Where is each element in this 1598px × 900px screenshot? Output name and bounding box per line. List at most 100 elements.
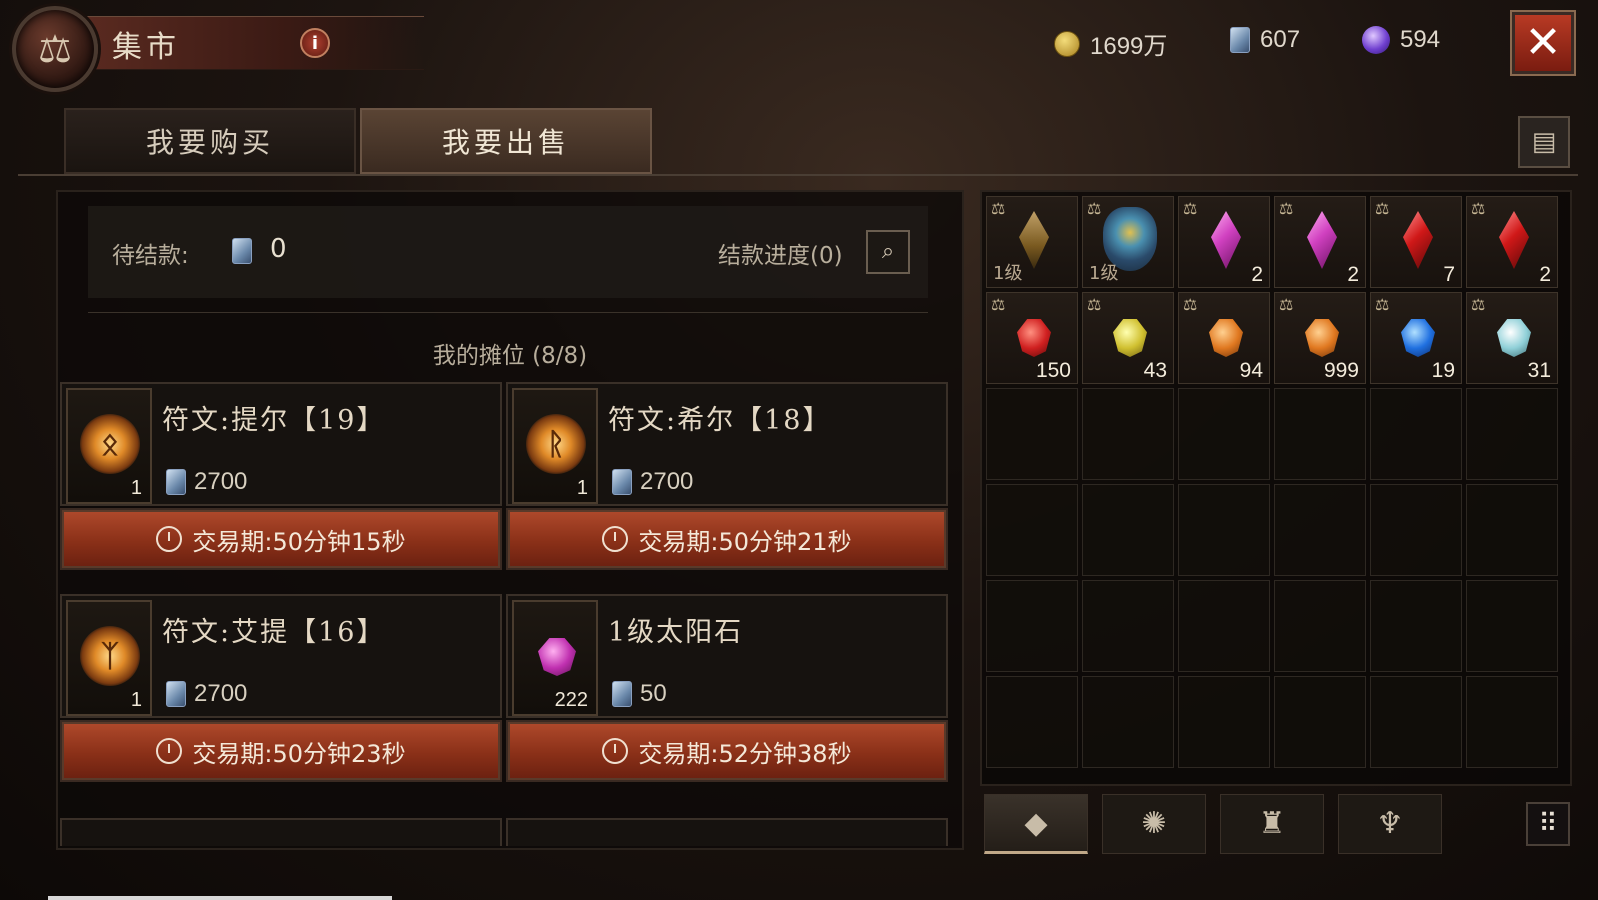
inventory-slot-empty[interactable] bbox=[1274, 484, 1366, 576]
listing-card[interactable]: ᛟ 1 符文:提尔【19】 2700 交易期:50分钟15秒 bbox=[60, 382, 502, 580]
purple-orb-icon bbox=[1362, 26, 1390, 54]
inventory-slot-empty[interactable] bbox=[986, 388, 1078, 480]
scroll-currency: 607 bbox=[1230, 26, 1300, 54]
inventory-slot-empty[interactable] bbox=[1370, 388, 1462, 480]
listing-info: ᛟ 1 符文:提尔【19】 2700 bbox=[60, 382, 502, 506]
inventory-slot[interactable]: ⚖ 7 bbox=[1370, 196, 1462, 288]
inventory-slot[interactable]: ⚖ 2 bbox=[1178, 196, 1270, 288]
bag-tab-icon[interactable]: ♜ bbox=[1220, 794, 1324, 854]
inventory-slot-empty[interactable] bbox=[986, 676, 1078, 768]
trade-period-button[interactable]: 交易期:52分钟38秒 bbox=[506, 720, 948, 782]
inventory-slot[interactable]: ⚖ 1级 bbox=[986, 196, 1078, 288]
close-button[interactable]: ✕ bbox=[1512, 12, 1574, 74]
inventory-slot-empty[interactable] bbox=[1178, 388, 1270, 480]
inventory-slot[interactable]: ⚖ 999 bbox=[1274, 292, 1366, 384]
item-quantity: 94 bbox=[1239, 359, 1263, 382]
tab-sell[interactable]: 我要出售 bbox=[360, 108, 652, 174]
inventory-slot[interactable]: ⚖ 2 bbox=[1274, 196, 1366, 288]
inventory-slot-empty[interactable] bbox=[1466, 580, 1558, 672]
inventory-slot-empty[interactable] bbox=[1370, 484, 1462, 576]
item-level: 1级 bbox=[993, 263, 1023, 284]
listing-card-partial[interactable] bbox=[506, 818, 948, 846]
amber-icon bbox=[1209, 319, 1243, 357]
inventory-slot[interactable]: ⚖ 43 bbox=[1082, 292, 1174, 384]
grid-view-icon[interactable]: ⠿ bbox=[1526, 802, 1570, 846]
sapphire-icon bbox=[1401, 319, 1435, 357]
trade-period-button[interactable]: 交易期:50分钟23秒 bbox=[60, 720, 502, 782]
listing-info: ᛉ 1 符文:艾提【16】 2700 bbox=[60, 594, 502, 718]
tab-buy[interactable]: 我要购买 bbox=[64, 108, 356, 174]
sunstone-icon bbox=[538, 638, 576, 676]
gold-coin-icon bbox=[1054, 30, 1080, 57]
inventory-slot-empty[interactable] bbox=[1274, 676, 1366, 768]
page-title: 集市 bbox=[112, 30, 180, 65]
clock-icon bbox=[156, 526, 183, 552]
inventory-slot[interactable]: ⚖ 94 bbox=[1178, 292, 1270, 384]
inventory-slot[interactable]: ⚖ 31 bbox=[1466, 292, 1558, 384]
tab-divider bbox=[18, 174, 1578, 176]
item-quantity: 2 bbox=[1539, 263, 1551, 286]
settlement-progress-button[interactable]: ⌕ bbox=[866, 230, 910, 274]
listing-card-partial[interactable] bbox=[60, 818, 502, 846]
trade-period-button[interactable]: 交易期:50分钟15秒 bbox=[60, 508, 502, 570]
inventory-slot[interactable]: ⚖ 1级 bbox=[1082, 196, 1174, 288]
inventory-grid: ⚖ 1级 ⚖ 1级 ⚖ 2 ⚖ 2 ⚖ 7 ⚖ 2 ⚖ 150 ⚖ 43 ⚖ 9… bbox=[980, 190, 1572, 786]
scroll-amount: 607 bbox=[1260, 26, 1301, 53]
inventory-slot-empty[interactable] bbox=[1370, 676, 1462, 768]
inventory-slot-empty[interactable] bbox=[986, 484, 1078, 576]
item-slot: ᚱ 1 bbox=[512, 388, 598, 504]
inventory-slot-empty[interactable] bbox=[1178, 484, 1270, 576]
inventory-slot-empty[interactable] bbox=[1082, 580, 1174, 672]
inventory-slot-empty[interactable] bbox=[986, 580, 1078, 672]
scroll-currency-icon bbox=[612, 681, 632, 707]
scroll-currency-icon bbox=[232, 238, 252, 264]
inventory-slot-empty[interactable] bbox=[1466, 388, 1558, 480]
inventory-slot-empty[interactable] bbox=[1178, 676, 1270, 768]
item-slot: ᛟ 1 bbox=[66, 388, 152, 504]
inventory-slot-empty[interactable] bbox=[1082, 676, 1174, 768]
magenta-gem-icon bbox=[1307, 211, 1337, 269]
inventory-slot[interactable]: ⚖ 150 bbox=[986, 292, 1078, 384]
item-price: 2700 bbox=[166, 468, 247, 496]
rune-tir-icon: ᛟ bbox=[80, 414, 140, 474]
inventory-slot-empty[interactable] bbox=[1178, 580, 1270, 672]
magenta-gem-icon bbox=[1211, 211, 1241, 269]
trade-record-button[interactable]: ▤ bbox=[1518, 116, 1570, 168]
scroll-currency-icon bbox=[166, 681, 186, 707]
inventory-slot[interactable]: ⚖ 2 bbox=[1466, 196, 1558, 288]
item-name: 1级太阳石 bbox=[608, 617, 744, 648]
inventory-slot-empty[interactable] bbox=[1466, 676, 1558, 768]
item-name: 符文:希尔【18】 bbox=[608, 405, 832, 436]
red-gem-icon bbox=[1403, 211, 1433, 269]
item-quantity: 2 bbox=[1251, 263, 1263, 286]
inventory-slot-empty[interactable] bbox=[1370, 580, 1462, 672]
inventory-slot[interactable]: ⚖ 19 bbox=[1370, 292, 1462, 384]
item-quantity: 19 bbox=[1431, 359, 1455, 382]
item-quantity: 43 bbox=[1143, 359, 1167, 382]
amber-crystal-icon bbox=[1019, 211, 1049, 269]
tradeable-scale-icon: ⚖ bbox=[1471, 199, 1486, 218]
listing-card[interactable]: ᛉ 1 符文:艾提【16】 2700 交易期:50分钟23秒 bbox=[60, 594, 502, 792]
listing-card[interactable]: ᚱ 1 符文:希尔【18】 2700 交易期:50分钟21秒 bbox=[506, 382, 948, 580]
scroll-currency-icon bbox=[166, 469, 186, 495]
demon-tab-icon[interactable]: ♆ bbox=[1338, 794, 1442, 854]
clock-icon bbox=[156, 738, 183, 764]
item-quantity: 1 bbox=[130, 477, 142, 499]
inventory-slot-empty[interactable] bbox=[1082, 388, 1174, 480]
rune-tab-icon[interactable]: ✺ bbox=[1102, 794, 1206, 854]
orb-amount: 594 bbox=[1400, 26, 1441, 53]
trade-period-text: 交易期:52分钟38秒 bbox=[638, 739, 852, 768]
item-name: 符文:艾提【16】 bbox=[162, 617, 386, 648]
tradeable-scale-icon: ⚖ bbox=[1279, 199, 1294, 218]
inventory-slot-empty[interactable] bbox=[1274, 580, 1366, 672]
ruby-icon bbox=[1017, 319, 1051, 357]
trade-period-button[interactable]: 交易期:50分钟21秒 bbox=[506, 508, 948, 570]
inventory-slot-empty[interactable] bbox=[1082, 484, 1174, 576]
gem-tab-icon[interactable]: ◆ bbox=[984, 794, 1088, 854]
inventory-slot-empty[interactable] bbox=[1466, 484, 1558, 576]
info-button[interactable]: i bbox=[300, 28, 330, 58]
price-value: 2700 bbox=[194, 468, 248, 495]
tradeable-scale-icon: ⚖ bbox=[1087, 199, 1102, 218]
listing-card[interactable]: 222 1级太阳石 50 交易期:52分钟38秒 bbox=[506, 594, 948, 792]
inventory-slot-empty[interactable] bbox=[1274, 388, 1366, 480]
